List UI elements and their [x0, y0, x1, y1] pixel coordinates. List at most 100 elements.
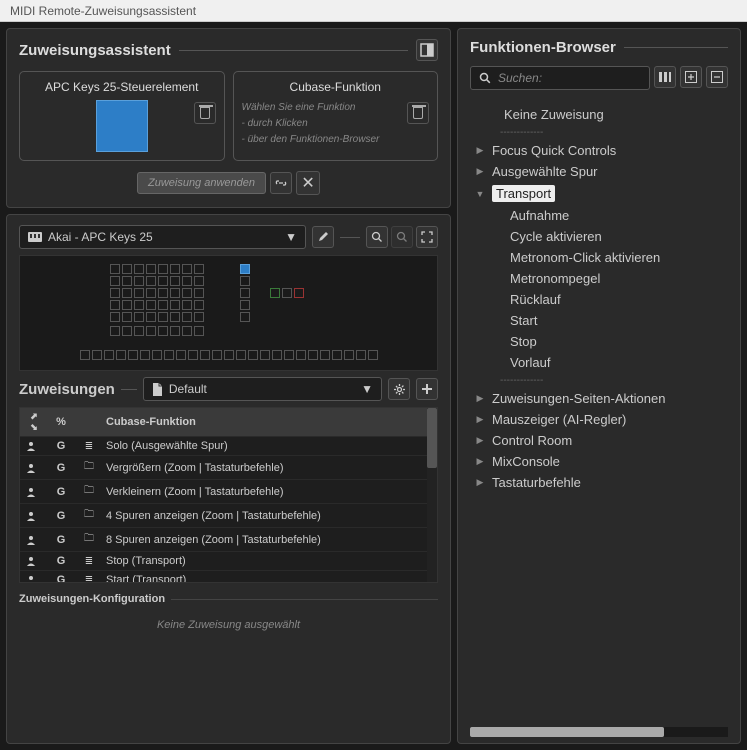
dropdown-icon: ▼ — [285, 230, 297, 244]
search-icon — [479, 72, 492, 85]
tree-divider: ------------- — [470, 125, 728, 140]
device-layout[interactable] — [19, 255, 438, 371]
fullscreen-button[interactable] — [416, 226, 438, 248]
assignments-table: ⬈ ⬊ % Cubase-Funktion G≣Solo (Ausgewählt… — [19, 407, 438, 583]
type-icon: ≣ — [80, 441, 98, 452]
assignments-title: Zuweisungen — [19, 381, 115, 398]
clear-function-button[interactable] — [407, 102, 429, 124]
layout-toggle-button[interactable] — [416, 39, 438, 61]
table-row[interactable]: G🗀Verkleinern (Zoom | Tastaturbefehle) — [20, 480, 437, 504]
tree-subitem[interactable]: Vorlauf — [470, 352, 728, 373]
config-section-title: Zuweisungen-Konfiguration — [19, 593, 438, 605]
horizontal-scrollbar[interactable] — [470, 727, 728, 737]
close-assistant-button[interactable]: ✕ — [296, 171, 320, 195]
table-row[interactable]: G≣Start (Transport) — [20, 571, 437, 583]
tree-subitem[interactable]: Rücklauf — [470, 289, 728, 310]
control-source-title: APC Keys 25-Steuerelement — [28, 80, 216, 94]
search-input[interactable]: Suchen: — [470, 66, 650, 90]
tree-subitem[interactable]: Start — [470, 310, 728, 331]
user-icon — [26, 556, 42, 566]
table-row[interactable]: G 🗀 Vergrößern (Zoom | Tastaturbefehle) — [20, 456, 437, 480]
table-row[interactable]: G≣Stop (Transport) — [20, 552, 437, 571]
add-preset-button[interactable] — [416, 378, 438, 400]
scrollbar[interactable] — [427, 408, 437, 582]
device-select[interactable]: Akai - APC Keys 25 ▼ — [19, 225, 306, 249]
link-button[interactable] — [270, 172, 292, 194]
edit-device-button[interactable] — [312, 226, 334, 248]
tree-subitem[interactable]: Aufnahme — [470, 205, 728, 226]
user-icon — [26, 535, 42, 545]
tree-divider: ------------- — [470, 373, 728, 388]
no-assignment-label: Keine Zuweisung ausgewählt — [19, 611, 438, 639]
tree-item[interactable]: ▶ Control Room — [470, 430, 728, 451]
function-label: Vergrößern (Zoom | Tastaturbefehle) — [106, 462, 431, 474]
scope-label: G — [50, 574, 72, 583]
expand-arrow-icon: ▶ — [474, 393, 486, 404]
browser-title: Funktionen-Browser — [470, 39, 616, 56]
plus-icon — [421, 383, 433, 395]
user-icon — [26, 511, 42, 521]
trash-icon — [200, 107, 210, 119]
table-row[interactable]: G≣Solo (Ausgewählte Spur) — [20, 437, 437, 456]
function-target-box: Cubase-Funktion Wählen Sie eine Funktion… — [233, 71, 439, 161]
zoom-out-button[interactable] — [391, 226, 413, 248]
tree-item[interactable]: ▶MixConsole — [470, 451, 728, 472]
function-label: Solo (Ausgewählte Spur) — [106, 440, 431, 452]
table-row[interactable]: G🗀8 Spuren anzeigen (Zoom | Tastaturbefe… — [20, 528, 437, 552]
scope-label: G — [50, 462, 72, 474]
columns-icon — [659, 72, 671, 82]
expand-all-button[interactable] — [680, 66, 702, 88]
expand-arrow-icon: ▼ — [474, 189, 486, 199]
magnifier-icon — [396, 231, 408, 243]
type-icon: 🗀 — [80, 507, 98, 524]
tree-label: Ausgewählte Spur — [492, 164, 598, 179]
collapse-all-button[interactable] — [706, 66, 728, 88]
selected-pad[interactable] — [240, 264, 250, 274]
assistant-title: Zuweisungsassistent — [19, 42, 171, 59]
filter-button[interactable] — [654, 66, 676, 88]
tree-subitem[interactable]: Cycle aktivieren — [470, 226, 728, 247]
dropdown-icon: ▼ — [361, 382, 373, 396]
assistant-header: Zuweisungsassistent — [19, 39, 438, 61]
type-icon: 🗀 — [80, 531, 98, 548]
user-icon — [26, 575, 42, 583]
apply-assignment-button[interactable]: Zuweisung anwenden — [137, 172, 266, 194]
trash-icon — [413, 107, 423, 119]
control-source-box: APC Keys 25-Steuerelement — [19, 71, 225, 161]
function-label: Start (Transport) — [106, 574, 431, 583]
type-icon: 🗀 — [80, 459, 98, 476]
pencil-icon — [317, 231, 329, 243]
type-icon: 🗀 — [80, 483, 98, 500]
preset-settings-button[interactable] — [388, 378, 410, 400]
expand-icon — [421, 231, 433, 243]
tree-item[interactable]: ▶Focus Quick Controls — [470, 140, 728, 161]
close-icon: ✕ — [301, 173, 314, 193]
scope-label: G — [50, 555, 72, 567]
tree-item[interactable]: ▼Transport — [470, 182, 728, 205]
tree-item[interactable]: ▶ Ausgewählte Spur — [470, 161, 728, 182]
expand-arrow-icon: ▶ — [474, 477, 486, 488]
scope-label: G — [50, 486, 72, 498]
expand-arrow-icon: ▶ — [474, 414, 486, 425]
preset-select[interactable]: Default ▼ — [143, 377, 382, 401]
pad-preview — [96, 100, 148, 152]
tree-subitem[interactable]: Metronom-Click aktivieren — [470, 247, 728, 268]
expand-arrow-icon: ▶ — [474, 145, 486, 156]
window-title: MIDI Remote-Zuweisungsassistent — [10, 4, 196, 18]
tree-subitem[interactable]: Stop — [470, 331, 728, 352]
magnifier-icon — [371, 231, 383, 243]
tree-subitem[interactable]: Metronompegel — [470, 268, 728, 289]
function-target-title: Cubase-Funktion — [242, 80, 430, 94]
expand-arrow-icon: ▶ — [474, 435, 486, 446]
tree-item-no-assignment[interactable]: Keine Zuweisung — [470, 104, 728, 125]
table-row[interactable]: G🗀4 Spuren anzeigen (Zoom | Tastaturbefe… — [20, 504, 437, 528]
clear-source-button[interactable] — [194, 102, 216, 124]
zoom-in-button[interactable] — [366, 226, 388, 248]
divider-line — [340, 237, 360, 238]
tree-item[interactable]: ▶Zuweisungen-Seiten-Aktionen — [470, 388, 728, 409]
tree-label: Tastaturbefehle — [492, 475, 581, 490]
tree-item[interactable]: ▶ Tastaturbefehle — [470, 472, 728, 493]
tree-item[interactable]: ▶Mauszeiger (AI-Regler) — [470, 409, 728, 430]
tree-label: Control Room — [492, 433, 572, 448]
expand-arrow-icon: ▶ — [474, 166, 486, 177]
